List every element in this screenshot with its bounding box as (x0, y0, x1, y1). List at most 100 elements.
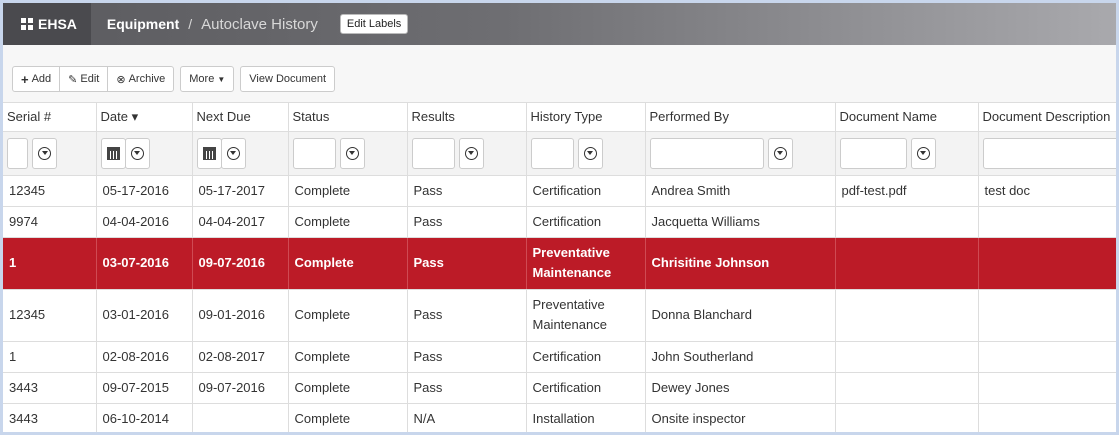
results-filter-button[interactable] (458, 137, 484, 169)
cell-performed-by: Andrea Smith (645, 175, 836, 207)
history-type-filter-button[interactable] (577, 137, 603, 169)
serial-filter-button[interactable] (32, 137, 57, 169)
column-header-status[interactable]: Status (288, 103, 408, 132)
cell-document-name (835, 206, 979, 238)
breadcrumb-equipment[interactable]: Equipment (107, 16, 179, 32)
action-button-group: + Add ✎ Edit ⊗ Archive (12, 66, 175, 92)
filter-cell-document-name (835, 131, 979, 176)
cell-serial: 9974 (3, 206, 97, 238)
document-name-filter-input[interactable] (839, 137, 907, 169)
filter-icon (38, 146, 51, 160)
cell-history-type: Preventative Maintenance (526, 237, 646, 290)
table-row-selected[interactable]: 1 03-07-2016 09-07-2016 Complete Pass Pr… (3, 237, 1116, 290)
table-row[interactable]: 12345 05-17-2016 05-17-2017 Complete Pas… (3, 175, 1116, 207)
cell-results: Pass (407, 372, 527, 404)
cell-date: 04-04-2016 (96, 206, 193, 238)
view-document-button[interactable]: View Document (240, 66, 336, 92)
cell-performed-by: Onsite inspector (645, 403, 836, 432)
archive-label: Archive (128, 73, 166, 85)
cell-serial: 3443 (3, 372, 97, 404)
cell-history-type: Certification (526, 341, 646, 373)
archive-button[interactable]: ⊗ Archive (107, 66, 175, 92)
cell-results: N/A (407, 403, 527, 432)
column-header-results[interactable]: Results (407, 103, 527, 132)
column-header-serial[interactable]: Serial # (3, 103, 97, 132)
breadcrumb-separator: / (188, 16, 193, 32)
date-filter-button[interactable] (124, 137, 150, 169)
archive-icon: ⊗ (116, 73, 126, 86)
pencil-icon: ✎ (68, 73, 78, 86)
cell-document-description (978, 237, 1116, 290)
edit-label: Edit (80, 73, 100, 85)
cell-results: Pass (407, 289, 527, 342)
history-type-filter-input[interactable] (530, 137, 574, 169)
table-row[interactable]: 3443 09-07-2015 09-07-2016 Complete Pass… (3, 372, 1116, 404)
filter-icon (130, 146, 144, 160)
status-filter-input[interactable] (292, 137, 336, 169)
next-due-filter-button[interactable] (220, 137, 246, 169)
column-header-document-name[interactable]: Document Name (835, 103, 979, 132)
cell-document-name (835, 289, 979, 342)
cell-next-due: 02-08-2017 (192, 341, 289, 373)
serial-filter-input[interactable] (7, 137, 28, 169)
document-name-filter-button[interactable] (910, 137, 936, 169)
cell-performed-by: Jacquetta Williams (645, 206, 836, 238)
document-description-filter-input[interactable] (982, 137, 1116, 169)
cell-date: 06-10-2014 (96, 403, 193, 432)
next-due-calendar-button[interactable] (196, 137, 222, 169)
plus-icon: + (21, 71, 29, 87)
cell-results: Pass (407, 206, 527, 238)
cell-date: 02-08-2016 (96, 341, 193, 373)
edit-labels-button[interactable]: Edit Labels (339, 14, 409, 34)
filter-row (3, 131, 1116, 176)
column-header-history-type[interactable]: History Type (526, 103, 646, 132)
cell-document-description (978, 289, 1116, 342)
column-header-next-due[interactable]: Next Due (192, 103, 289, 132)
cell-document-name (835, 237, 979, 290)
cell-performed-by: Dewey Jones (645, 372, 836, 404)
cell-serial: 1 (3, 237, 97, 290)
cell-document-description: test doc (978, 175, 1116, 207)
cell-status: Complete (288, 341, 408, 373)
cell-serial: 12345 (3, 289, 97, 342)
cell-performed-by: Donna Blanchard (645, 289, 836, 342)
performed-by-filter-button[interactable] (767, 137, 793, 169)
status-filter-button[interactable] (339, 137, 365, 169)
cell-status: Complete (288, 289, 408, 342)
brand-logo[interactable]: EHSA (3, 3, 91, 45)
column-header-document-description[interactable]: Document Description (978, 103, 1116, 132)
cell-document-name: pdf-test.pdf (835, 175, 979, 207)
history-table: Serial # Date ▾ Next Due Status Results … (3, 103, 1116, 432)
cell-document-description (978, 403, 1116, 432)
cell-next-due: 09-01-2016 (192, 289, 289, 342)
table-row[interactable]: 12345 03-01-2016 09-01-2016 Complete Pas… (3, 289, 1116, 342)
filter-icon (226, 146, 240, 160)
results-filter-input[interactable] (411, 137, 455, 169)
view-document-label: View Document (249, 73, 327, 85)
table-row[interactable]: 1 02-08-2016 02-08-2017 Complete Pass Ce… (3, 341, 1116, 373)
date-calendar-button[interactable] (100, 137, 126, 169)
more-label: More (189, 73, 215, 85)
column-header-date[interactable]: Date ▾ (96, 103, 193, 132)
filter-cell-date (96, 131, 193, 176)
cell-history-type: Preventative Maintenance (526, 289, 646, 342)
filter-cell-history-type (526, 131, 646, 176)
cell-document-description (978, 372, 1116, 404)
brand-name: EHSA (38, 16, 77, 32)
cell-document-name (835, 341, 979, 373)
calendar-icon (202, 146, 216, 160)
cell-date: 09-07-2015 (96, 372, 193, 404)
filter-icon (464, 146, 478, 160)
edit-button[interactable]: ✎ Edit (59, 66, 109, 92)
more-button[interactable]: More ▼ (180, 66, 235, 92)
column-header-performed-by[interactable]: Performed By (645, 103, 836, 132)
add-button[interactable]: + Add (12, 66, 61, 92)
cell-next-due: 04-04-2017 (192, 206, 289, 238)
table-row[interactable]: 9974 04-04-2016 04-04-2017 Complete Pass… (3, 206, 1116, 238)
filter-icon (916, 146, 930, 160)
filter-cell-next-due (192, 131, 289, 176)
table-row[interactable]: 3443 06-10-2014 Complete N/A Installatio… (3, 403, 1116, 432)
performed-by-filter-input[interactable] (649, 137, 764, 169)
cell-next-due (192, 403, 289, 432)
cell-results: Pass (407, 237, 527, 290)
